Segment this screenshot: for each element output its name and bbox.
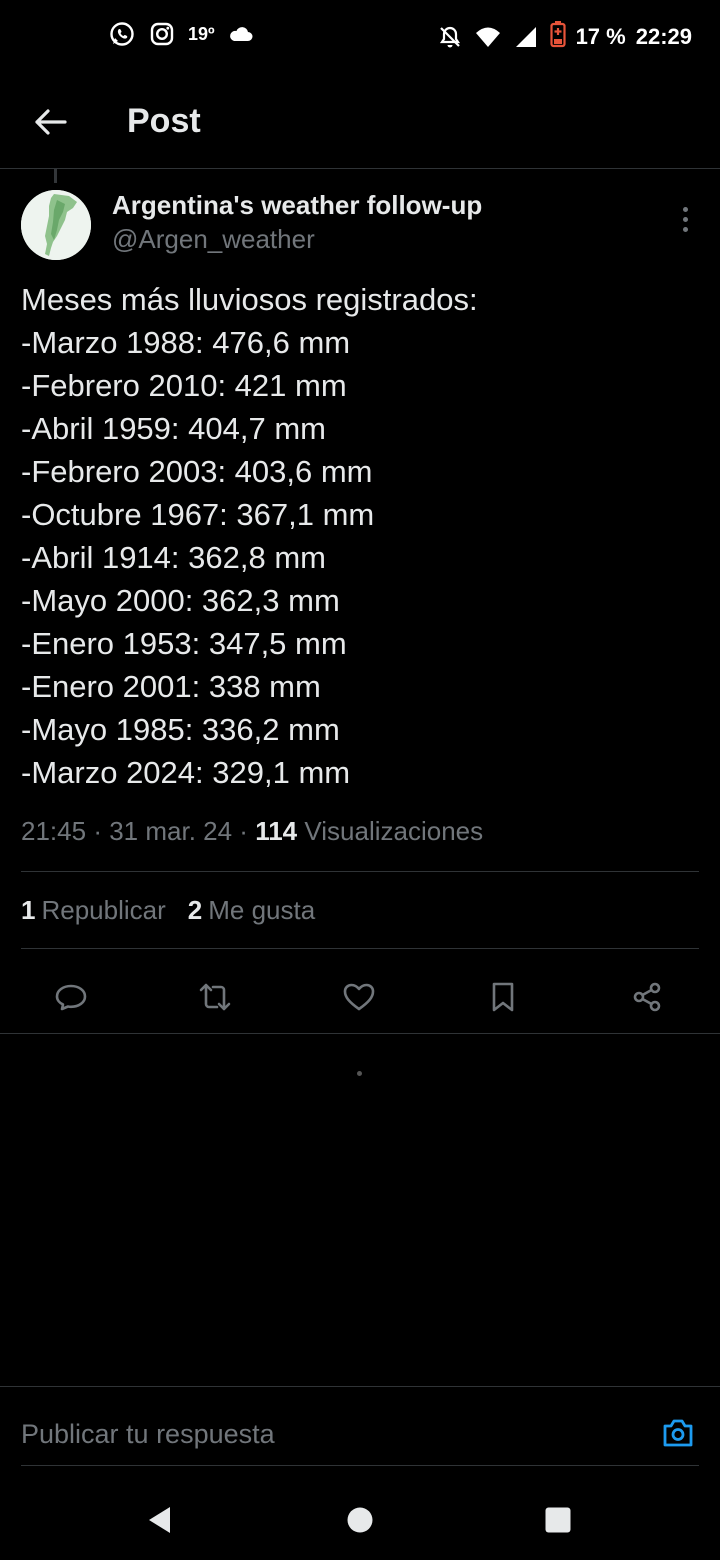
reposts-count: 1	[21, 895, 36, 925]
post-meta: 21:45 · 31 mar. 24 · 114 Visualizaciones	[21, 816, 483, 847]
more-dot	[682, 216, 688, 222]
comment-icon	[55, 984, 87, 1011]
camera-button[interactable]	[660, 1415, 696, 1451]
whatsapp-icon	[108, 20, 136, 48]
instagram-icon	[148, 20, 176, 48]
divider	[21, 871, 699, 872]
post-line: -Octubre 1967: 367,1 mm	[21, 497, 375, 532]
header: Post	[0, 72, 720, 169]
thread-connector	[54, 169, 57, 183]
post-text: Meses más lluviosos registrados: -Marzo …	[21, 278, 701, 794]
arrow-left-icon	[35, 109, 67, 135]
author-name[interactable]: Argentina's weather follow-up	[112, 190, 482, 221]
triangle-back-icon	[149, 1507, 170, 1533]
back-button[interactable]	[28, 102, 72, 142]
views-label: Visualizaciones	[304, 816, 484, 846]
camera-icon	[663, 1419, 693, 1447]
like-button[interactable]	[336, 974, 382, 1020]
post-stats: 1 Republicar 2 Me gusta	[21, 895, 315, 926]
divider	[21, 1465, 699, 1466]
post-line: -Febrero 2010: 421 mm	[21, 368, 347, 403]
separator: ·	[93, 816, 110, 846]
post-line: -Abril 1959: 404,7 mm	[21, 411, 326, 446]
cloud-icon	[227, 20, 255, 48]
share-button[interactable]	[624, 974, 670, 1020]
likes-stat[interactable]: 2 Me gusta	[188, 895, 315, 926]
post-line: -Mayo 1985: 336,2 mm	[21, 712, 340, 747]
clock-text: 22:29	[635, 23, 692, 49]
signal-icon	[512, 23, 540, 51]
post-line: -Abril 1914: 362,8 mm	[21, 540, 326, 575]
heart-icon	[343, 983, 375, 1011]
more-options-button[interactable]	[672, 204, 698, 234]
battery-text: 17 %	[575, 23, 626, 49]
loading-indicator	[357, 1071, 362, 1076]
system-nav-bar	[0, 1480, 720, 1560]
post-date[interactable]: 31 mar. 24	[109, 816, 232, 846]
share-icon	[633, 982, 661, 1012]
repost-button[interactable]	[192, 974, 238, 1020]
wifi-icon	[474, 23, 502, 51]
temperature-text: 19º	[188, 23, 215, 44]
circle-home-icon	[347, 1507, 373, 1533]
post-line: -Marzo 1988: 476,6 mm	[21, 325, 351, 360]
status-left: 19º	[108, 20, 255, 48]
divider	[21, 948, 699, 949]
post-line: -Marzo 2024: 329,1 mm	[21, 755, 351, 790]
reply-composer[interactable]: Publicar tu respuesta	[0, 1386, 720, 1466]
nav-back-button[interactable]	[140, 1500, 180, 1540]
separator: ·	[239, 816, 256, 846]
reply-input[interactable]: Publicar tu respuesta	[21, 1419, 275, 1450]
reposts-stat[interactable]: 1 Republicar	[21, 895, 166, 926]
reply-button[interactable]	[48, 974, 94, 1020]
post-line: Meses más lluviosos registrados:	[21, 282, 478, 317]
square-recents-icon	[545, 1507, 571, 1533]
repost-icon	[199, 983, 231, 1011]
post-time[interactable]: 21:45	[21, 816, 86, 846]
likes-count: 2	[187, 895, 203, 925]
more-dot	[682, 226, 688, 232]
views-count: 114	[255, 816, 298, 846]
notifications-off-icon	[436, 23, 464, 51]
author-handle[interactable]: @Argen_weather	[112, 224, 315, 255]
post-line: -Febrero 2003: 403,6 mm	[21, 454, 373, 489]
bookmark-button[interactable]	[480, 974, 526, 1020]
bookmark-icon	[492, 982, 514, 1012]
post-line: -Enero 2001: 338 mm	[21, 669, 321, 704]
page-title: Post	[127, 102, 201, 140]
argentina-map-icon	[21, 190, 91, 260]
battery-low-icon	[549, 20, 566, 53]
reposts-label: Republicar	[41, 895, 166, 925]
avatar[interactable]	[21, 190, 91, 260]
nav-home-button[interactable]	[340, 1500, 380, 1540]
action-bar	[0, 966, 720, 1034]
likes-label: Me gusta	[208, 895, 316, 925]
post-line: -Mayo 2000: 362,3 mm	[21, 583, 340, 618]
more-dot	[682, 206, 688, 212]
nav-recents-button[interactable]	[538, 1500, 578, 1540]
status-bar: 19º 17 % 22:29	[0, 0, 720, 72]
status-right: 17 % 22:29	[436, 20, 692, 53]
post-line: -Enero 1953: 347,5 mm	[21, 626, 347, 661]
